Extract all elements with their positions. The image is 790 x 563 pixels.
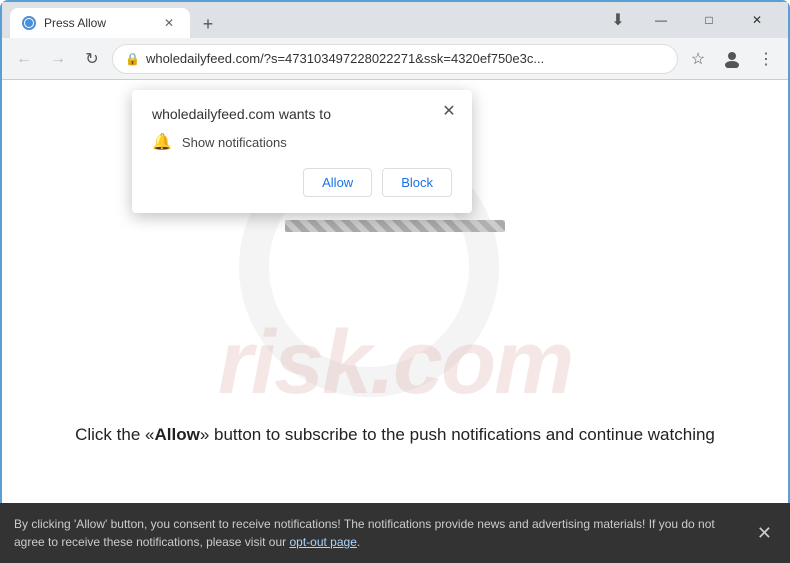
watermark-text: risk.com [218, 312, 572, 415]
notification-popup: ✕ wholedailyfeed.com wants to 🔔 Show not… [132, 90, 472, 213]
maximize-button[interactable]: □ [686, 2, 732, 38]
forward-button[interactable]: → [44, 45, 72, 73]
main-instruction-text: Click the «Allow» button to subscribe to… [2, 425, 788, 445]
bookmark-icon[interactable]: ☆ [684, 45, 712, 73]
back-button[interactable]: ← [10, 45, 38, 73]
progress-bar [285, 220, 505, 232]
bottombar: By clicking 'Allow' button, you consent … [0, 503, 790, 563]
account-icon[interactable] [718, 45, 746, 73]
tab-area: Press Allow ✕ + [10, 2, 598, 38]
lock-icon: 🔒 [125, 52, 140, 66]
progress-container [285, 220, 505, 232]
allow-emphasis: Allow [154, 425, 199, 444]
download-icon[interactable]: ⬇ [604, 6, 632, 34]
popup-buttons: Allow Block [152, 168, 452, 197]
menu-icon[interactable]: ⋮ [752, 45, 780, 73]
bell-icon: 🔔 [152, 132, 172, 152]
minimize-button[interactable]: — [638, 2, 684, 38]
bottombar-close-button[interactable]: ✕ [753, 519, 776, 548]
block-button[interactable]: Block [382, 168, 452, 197]
reload-button[interactable]: ↻ [78, 45, 106, 73]
popup-permission-text: Show notifications [182, 135, 287, 150]
new-tab-button[interactable]: + [194, 10, 222, 38]
allow-button[interactable]: Allow [303, 168, 372, 197]
address-box[interactable]: 🔒 wholedailyfeed.com/?s=4731034972280222… [112, 44, 678, 74]
bottombar-text: By clicking 'Allow' button, you consent … [14, 515, 743, 551]
active-tab[interactable]: Press Allow ✕ [10, 8, 190, 38]
opt-out-link[interactable]: opt-out page [289, 535, 356, 549]
tab-close-button[interactable]: ✕ [160, 14, 178, 32]
popup-permission-row: 🔔 Show notifications [152, 132, 452, 152]
popup-site-text: wholedailyfeed.com wants to [152, 106, 452, 122]
bottombar-message: By clicking 'Allow' button, you consent … [14, 517, 715, 549]
tab-title: Press Allow [44, 16, 152, 30]
url-text: wholedailyfeed.com/?s=473103497228022271… [146, 51, 665, 66]
tab-favicon [22, 16, 36, 30]
page-content: risk.com ✕ wholedailyfeed.com wants to 🔔… [2, 80, 788, 505]
titlebar: Press Allow ✕ + ⬇ — □ ✕ [2, 2, 788, 38]
addressbar: ← → ↻ 🔒 wholedailyfeed.com/?s=4731034972… [2, 38, 788, 80]
close-button[interactable]: ✕ [734, 2, 780, 38]
window-controls: — □ ✕ [638, 2, 780, 38]
popup-close-button[interactable]: ✕ [438, 100, 460, 122]
